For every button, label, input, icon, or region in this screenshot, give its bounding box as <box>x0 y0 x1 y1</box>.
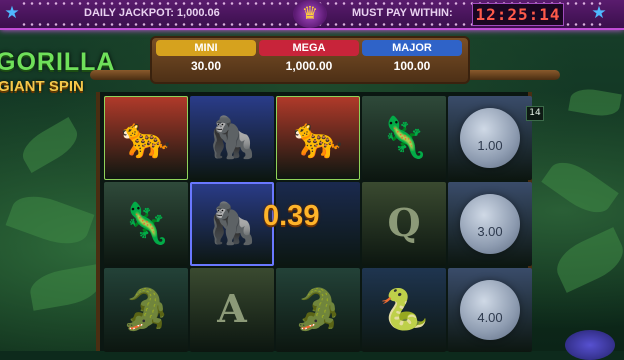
leaf-decoration <box>27 264 103 311</box>
reel-cell: 🐍 <box>362 268 446 352</box>
moon-icon: 3.00 <box>460 194 520 254</box>
reel-cell: 🦎 <box>104 182 188 266</box>
jackpot-mega: MEGA 1,000.00 <box>259 40 359 76</box>
reel-cell: 4.00 <box>448 268 532 352</box>
spin-button-glow[interactable] <box>565 330 615 360</box>
jackpot-major-amount: 100.00 <box>393 59 431 73</box>
reel-cell: 🦎 <box>362 96 446 180</box>
jackpot-mega-label: MEGA <box>259 40 359 56</box>
snake-icon: 🐍 <box>379 287 429 333</box>
leaf-decoration <box>5 187 95 253</box>
letter-a-icon: A <box>217 286 247 331</box>
reel-cell: Q <box>362 182 446 266</box>
leaf-decoration <box>541 153 619 222</box>
jackpot-major-label: MAJOR <box>362 40 462 56</box>
jackpot-major: MAJOR 100.00 <box>362 40 462 76</box>
star-icon: ★ <box>4 3 20 23</box>
crown-icon: ♛ <box>293 0 327 28</box>
reel-cell: 🐊 <box>276 268 360 352</box>
jaguar-icon: 🐆 <box>121 115 171 161</box>
reel-cell: A <box>190 268 274 352</box>
jackpot-mini-label: MINI <box>156 40 256 56</box>
payline-badge: 14 <box>526 106 544 121</box>
letter-q-icon: Q <box>387 200 421 245</box>
jackpot-mini: MINI 30.00 <box>156 40 256 76</box>
leaf-decoration <box>568 85 622 120</box>
reel-cell: 🐆 <box>276 96 360 180</box>
win-amount: 0.39 <box>263 200 320 232</box>
reel-cell: 🐆 <box>104 96 188 180</box>
reel-cell: 🦍 <box>190 182 274 266</box>
moon-icon: 4.00 <box>460 280 520 340</box>
crocodile-icon: 🐊 <box>293 287 343 333</box>
jackpot-timer: 12:25:14 <box>472 3 564 26</box>
leaf-decoration <box>549 227 624 293</box>
jackpot-mini-amount: 30.00 <box>190 59 222 73</box>
star-icon: ★ <box>591 3 607 23</box>
chameleon-icon: 🦎 <box>379 115 429 161</box>
game-logo-subtitle: GIANT SPIN <box>0 78 84 95</box>
leaf-decoration <box>16 117 84 173</box>
reel-cell: 🐊 <box>104 268 188 352</box>
reel-cell: 🦍 <box>190 96 274 180</box>
moon-value: 1.00 <box>477 138 503 153</box>
gorilla-icon: 🦍 <box>207 201 257 247</box>
daily-jackpot-label: DAILY JACKPOT: 1,000.06 <box>84 7 220 19</box>
chameleon-icon: 🦎 <box>121 201 171 247</box>
top-bar: ★ ★ DAILY JACKPOT: 1,000.06 ♛ MUST PAY W… <box>0 0 624 30</box>
must-pay-label: MUST PAY WITHIN: <box>352 7 453 19</box>
gorilla-icon: 🦍 <box>207 115 257 161</box>
jaguar-icon: 🐆 <box>293 115 343 161</box>
jackpot-mega-amount: 1,000.00 <box>285 59 333 73</box>
moon-value: 4.00 <box>477 310 503 325</box>
reel-cell: 1.00 <box>448 96 532 180</box>
moon-icon: 1.00 <box>460 108 520 168</box>
crocodile-icon: 🐊 <box>121 287 171 333</box>
moon-value: 3.00 <box>477 224 503 239</box>
reel-cell: 3.00 <box>448 182 532 266</box>
